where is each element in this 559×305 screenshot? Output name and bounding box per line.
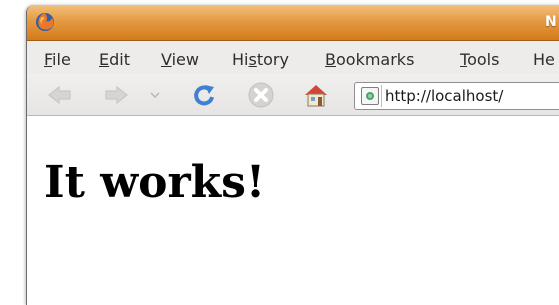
chevron-down-icon [150,92,160,99]
title-bar[interactable]: N [27,5,559,41]
menu-bar: File Edit View History Bookmarks Tools H… [27,41,559,74]
address-bar[interactable]: http://localhost/ [354,82,559,110]
menu-file[interactable]: File [44,50,71,69]
forward-button[interactable] [102,81,130,109]
url-input[interactable]: http://localhost/ [385,87,503,105]
menu-view[interactable]: View [161,50,199,69]
menu-tools[interactable]: Tools [460,50,499,69]
back-button[interactable] [46,81,74,109]
stop-button[interactable] [247,81,275,109]
address-separator [381,85,382,107]
home-icon [305,85,327,107]
stop-icon [248,82,274,108]
menu-help[interactable]: He [533,50,555,69]
back-arrow-icon [48,85,71,105]
menu-bookmarks[interactable]: Bookmarks [325,50,414,69]
page-heading: It works! [44,157,266,208]
browser-window: N File Edit View History Bookmarks Tools… [26,5,559,305]
page-icon [366,92,374,100]
reload-icon [194,85,214,106]
forward-arrow-icon [105,85,128,105]
window-title: N [545,14,557,30]
site-identity-icon[interactable] [361,87,379,105]
reload-button[interactable] [190,81,218,109]
home-button[interactable] [302,81,330,109]
menu-history[interactable]: History [232,50,289,69]
firefox-icon [36,13,54,31]
page-content: It works! [27,116,559,305]
history-dropdown-button[interactable] [147,81,163,109]
menu-edit[interactable]: Edit [99,50,130,69]
